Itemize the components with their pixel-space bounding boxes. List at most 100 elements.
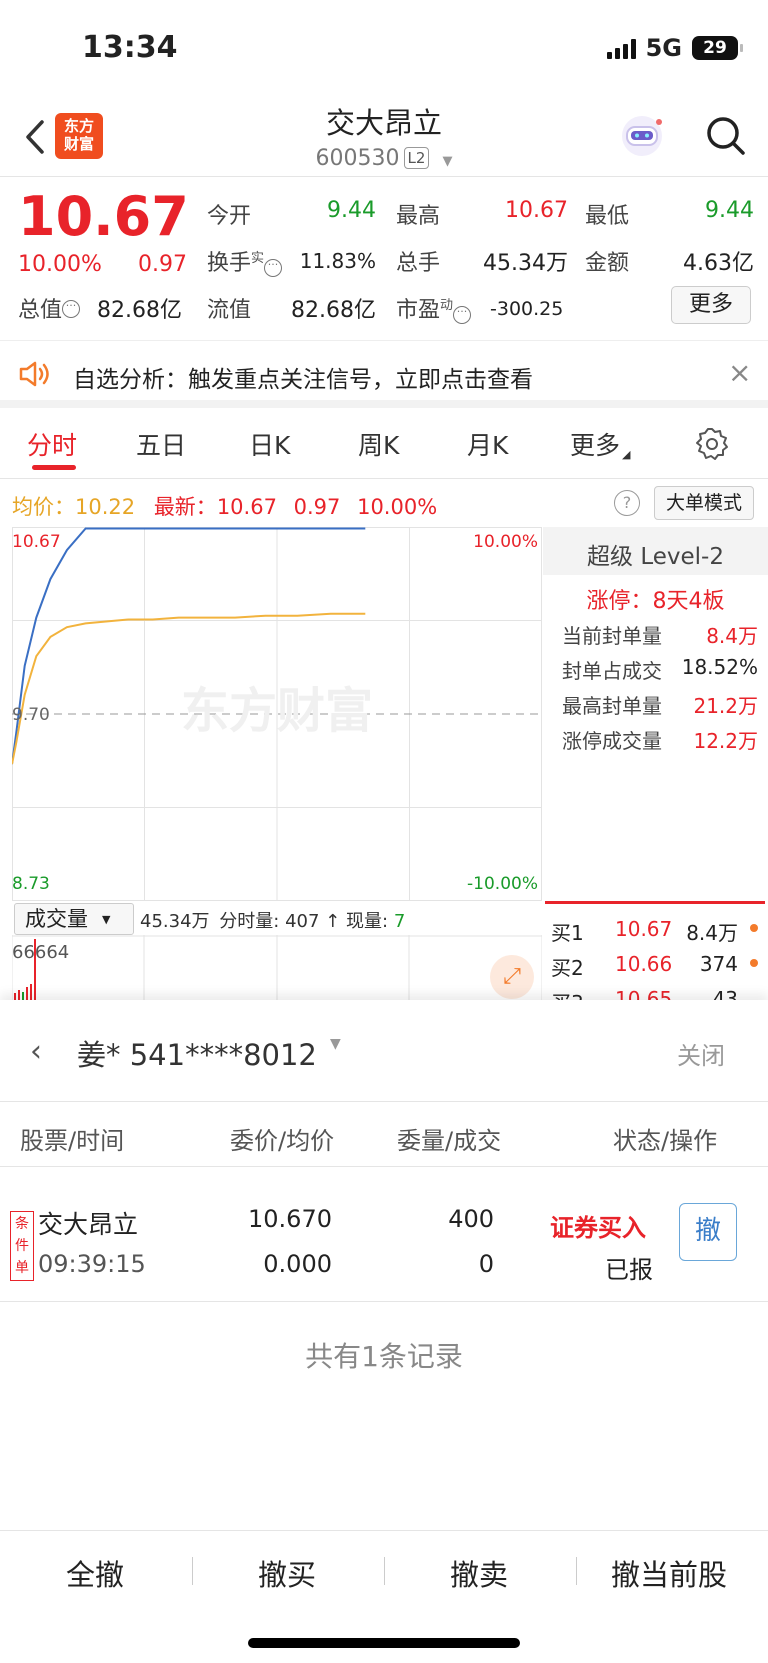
divider — [0, 1166, 768, 1167]
more-button[interactable]: 更多 — [671, 286, 751, 324]
y-tick-mid: 9.70 — [12, 705, 50, 725]
level2-title: 超级 Level-2 — [587, 544, 724, 570]
robot-assistant-icon[interactable] — [617, 112, 667, 160]
high-value: 10.67 — [505, 198, 568, 223]
min-volume-value: 407 — [285, 911, 320, 932]
volume-bar — [14, 993, 16, 1000]
bid-qty: 8.4万 — [686, 921, 738, 945]
tab-five-day[interactable]: 五日 — [136, 426, 186, 462]
tab-week-k[interactable]: 周K — [358, 426, 399, 462]
order-state: 已报 — [605, 1256, 653, 1284]
speaker-icon — [19, 361, 49, 387]
tab-fenshi[interactable]: 分时 — [27, 426, 77, 462]
chevron-down-icon[interactable]: ▼ — [330, 1036, 341, 1052]
volume-info: 45.34万 分时量: 407 ↑ 现量: 7 — [140, 907, 405, 933]
chevron-down-icon: ▼ — [442, 154, 453, 169]
volume-total: 45.34万 — [140, 911, 210, 932]
avg-label: 均价： — [12, 495, 75, 519]
pe-value: -300.25 — [490, 298, 564, 320]
close-button[interactable]: 关闭 — [677, 1036, 725, 1071]
volume-chart — [12, 935, 542, 1000]
tab-more-label: 更多 — [570, 431, 621, 460]
latest-change: 0.97 — [293, 495, 341, 519]
help-icon[interactable]: ? — [614, 490, 640, 516]
tab-month-k[interactable]: 月K — [467, 426, 508, 462]
notice-text[interactable]: 自选分析：触发重点关注信号，立即点击查看 — [73, 360, 533, 394]
y-tick-top: 10.67 — [12, 532, 61, 552]
level2-row-label: 涨停成交量 — [562, 729, 662, 753]
divider — [0, 1530, 768, 1531]
amount-value: 4.63亿 — [683, 251, 754, 276]
chevron-left-icon[interactable]: ‹ — [30, 1034, 42, 1069]
bid-label: 买2 — [551, 956, 584, 980]
divider — [545, 901, 765, 904]
pct-tick-top: 10.00% — [473, 532, 538, 552]
intraday-chart[interactable]: 东方财富 10.67 9.70 8.73 10.00% -10.00% — [12, 527, 542, 901]
level2-row-value: 12.2万 — [693, 729, 758, 753]
order-stock-name: 交大昂立 — [38, 1210, 139, 1239]
turnover-label: 换手实 ··· — [207, 245, 283, 277]
bid-qty: 374 — [699, 952, 738, 976]
change-pct: 10.00% — [18, 252, 102, 277]
col-header-stock: 股票/时间 — [20, 1127, 125, 1155]
y-tick-bottom: 8.73 — [12, 874, 50, 894]
divider — [0, 1101, 768, 1102]
big-order-mode-button[interactable]: 大单模式 — [654, 486, 754, 520]
mktcap-label-text: 总值 — [18, 298, 63, 323]
account-selector[interactable]: 姜* 541****8012 — [77, 1032, 317, 1074]
cancel-current-stock-button[interactable]: 撤当前股 — [611, 1552, 727, 1594]
signal-icon — [606, 37, 636, 59]
volume-bar — [30, 984, 32, 1000]
min-volume-label: 分时量: — [219, 911, 280, 932]
current-price: 10.67 — [18, 185, 189, 248]
cancel-buy-button[interactable]: 撤买 — [258, 1552, 316, 1594]
expand-icon[interactable]: ⤢ — [490, 955, 534, 999]
indicator-select[interactable]: 成交量 ▼ — [14, 903, 134, 935]
mktcap-label: 总值 ··· — [18, 292, 81, 324]
mktcap-value: 82.68亿 — [97, 298, 182, 323]
volume-max-label: 66664 — [12, 942, 70, 963]
close-icon[interactable]: × — [728, 356, 751, 389]
turnover-sup: 实 — [251, 251, 265, 266]
watermark: 东方财富 — [181, 683, 373, 739]
tab-day-k[interactable]: 日K — [249, 426, 290, 462]
cancel-all-button[interactable]: 全撤 — [66, 1552, 124, 1594]
limit-up-info: 涨停：8天4板 — [586, 589, 725, 614]
low-value: 9.44 — [705, 198, 754, 223]
battery-icon: 29 — [692, 36, 743, 60]
bid-price: 10.66 — [615, 952, 673, 976]
more-dots-icon[interactable]: ··· — [264, 259, 283, 277]
order-avg-price: 0.000 — [263, 1250, 332, 1278]
change-amount: 0.97 — [138, 252, 187, 277]
turnover-label-text: 换手 — [207, 251, 252, 276]
more-dots-icon[interactable]: ··· — [62, 300, 81, 318]
float-label: 流值 — [207, 298, 252, 323]
level2-row-label: 封单占成交 — [562, 659, 662, 683]
cancel-sell-button[interactable]: 撤卖 — [450, 1552, 508, 1594]
pe-sup: 动 — [440, 298, 454, 313]
order-price: 10.670 — [248, 1205, 332, 1233]
col-header-price: 委价/均价 — [230, 1127, 335, 1155]
home-indicator[interactable] — [248, 1638, 520, 1648]
bid-price: 10.67 — [615, 917, 673, 941]
gear-icon[interactable] — [694, 426, 730, 462]
more-dots-icon[interactable]: ··· — [453, 306, 472, 324]
order-time: 09:39:15 — [38, 1250, 146, 1278]
network-label: 5G — [645, 34, 682, 62]
high-label: 最高 — [396, 204, 441, 229]
chart-header-row: 均价：10.22 最新：10.67 0.97 10.00% — [12, 491, 437, 521]
indicator-select-label: 成交量 — [25, 907, 88, 931]
order-qty: 400 — [448, 1205, 494, 1233]
caret-icon: ▼ — [102, 913, 111, 926]
level2-row-label: 最高封单量 — [562, 694, 662, 718]
active-tab-indicator — [32, 465, 76, 470]
cancel-order-button[interactable]: 撤 — [679, 1203, 737, 1261]
search-icon[interactable] — [704, 114, 748, 158]
order-filled: 0 — [478, 1250, 494, 1278]
pe-label: 市盈动 ··· — [396, 292, 472, 324]
tab-more[interactable]: 更多 ◢ — [570, 426, 630, 462]
bid-dot-icon — [750, 924, 758, 932]
divider — [384, 1557, 385, 1585]
amount-label: 金额 — [585, 251, 630, 276]
now-volume-value: 7 — [393, 911, 406, 932]
